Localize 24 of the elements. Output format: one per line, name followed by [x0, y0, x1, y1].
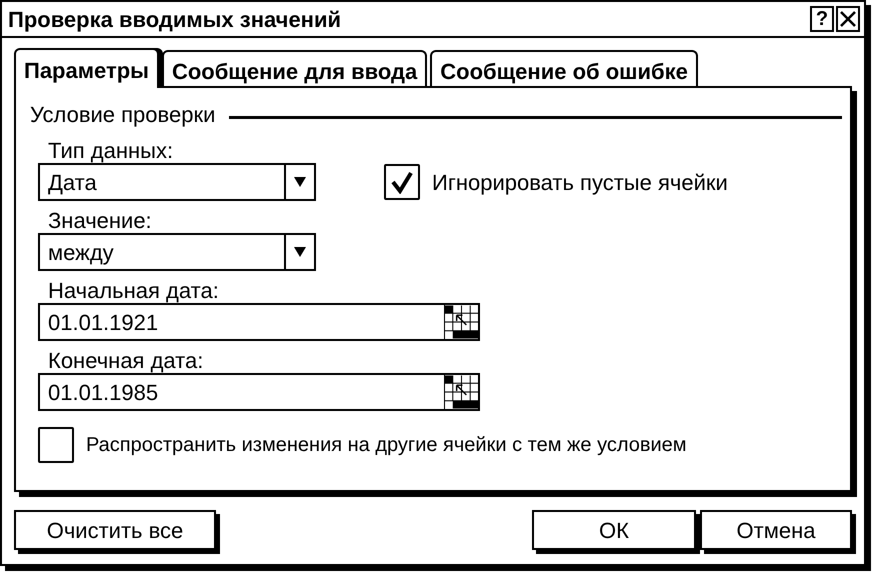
date-field[interactable]: 01.01.1921 — [38, 303, 480, 341]
field-label: Начальная дата: — [48, 279, 220, 303]
checkbox-label: Распространить изменения на другие ячейки с тем же условием — [86, 433, 687, 458]
date-field[interactable]: 01.01.1985 — [38, 373, 480, 411]
caret-icon — [293, 246, 307, 258]
checkbox-label: Игнорировать пустые ячейки — [432, 168, 728, 197]
tab[interactable]: Сообщение для ввода — [162, 50, 428, 86]
tab[interactable]: Сообщение об ошибке — [430, 50, 698, 86]
field-label: Тип данных: — [48, 139, 174, 163]
field-label: Значение: — [48, 209, 153, 233]
window-title: Проверка вводимых значений — [8, 6, 342, 34]
dropdown[interactable]: Дата — [38, 163, 316, 201]
close-button[interactable] — [836, 6, 860, 32]
group-label: Условие проверки — [30, 101, 216, 129]
field-label: Конечная дата: — [48, 349, 204, 373]
dropdown[interactable]: между — [38, 233, 316, 271]
checkbox[interactable] — [384, 164, 420, 200]
calendar-icon — [444, 375, 478, 409]
help-button[interactable]: ? — [810, 6, 834, 32]
check-icon — [390, 170, 414, 194]
close-icon — [839, 10, 857, 28]
calendar-icon — [444, 305, 478, 339]
checkbox[interactable] — [38, 427, 74, 463]
caret-icon — [293, 176, 307, 188]
